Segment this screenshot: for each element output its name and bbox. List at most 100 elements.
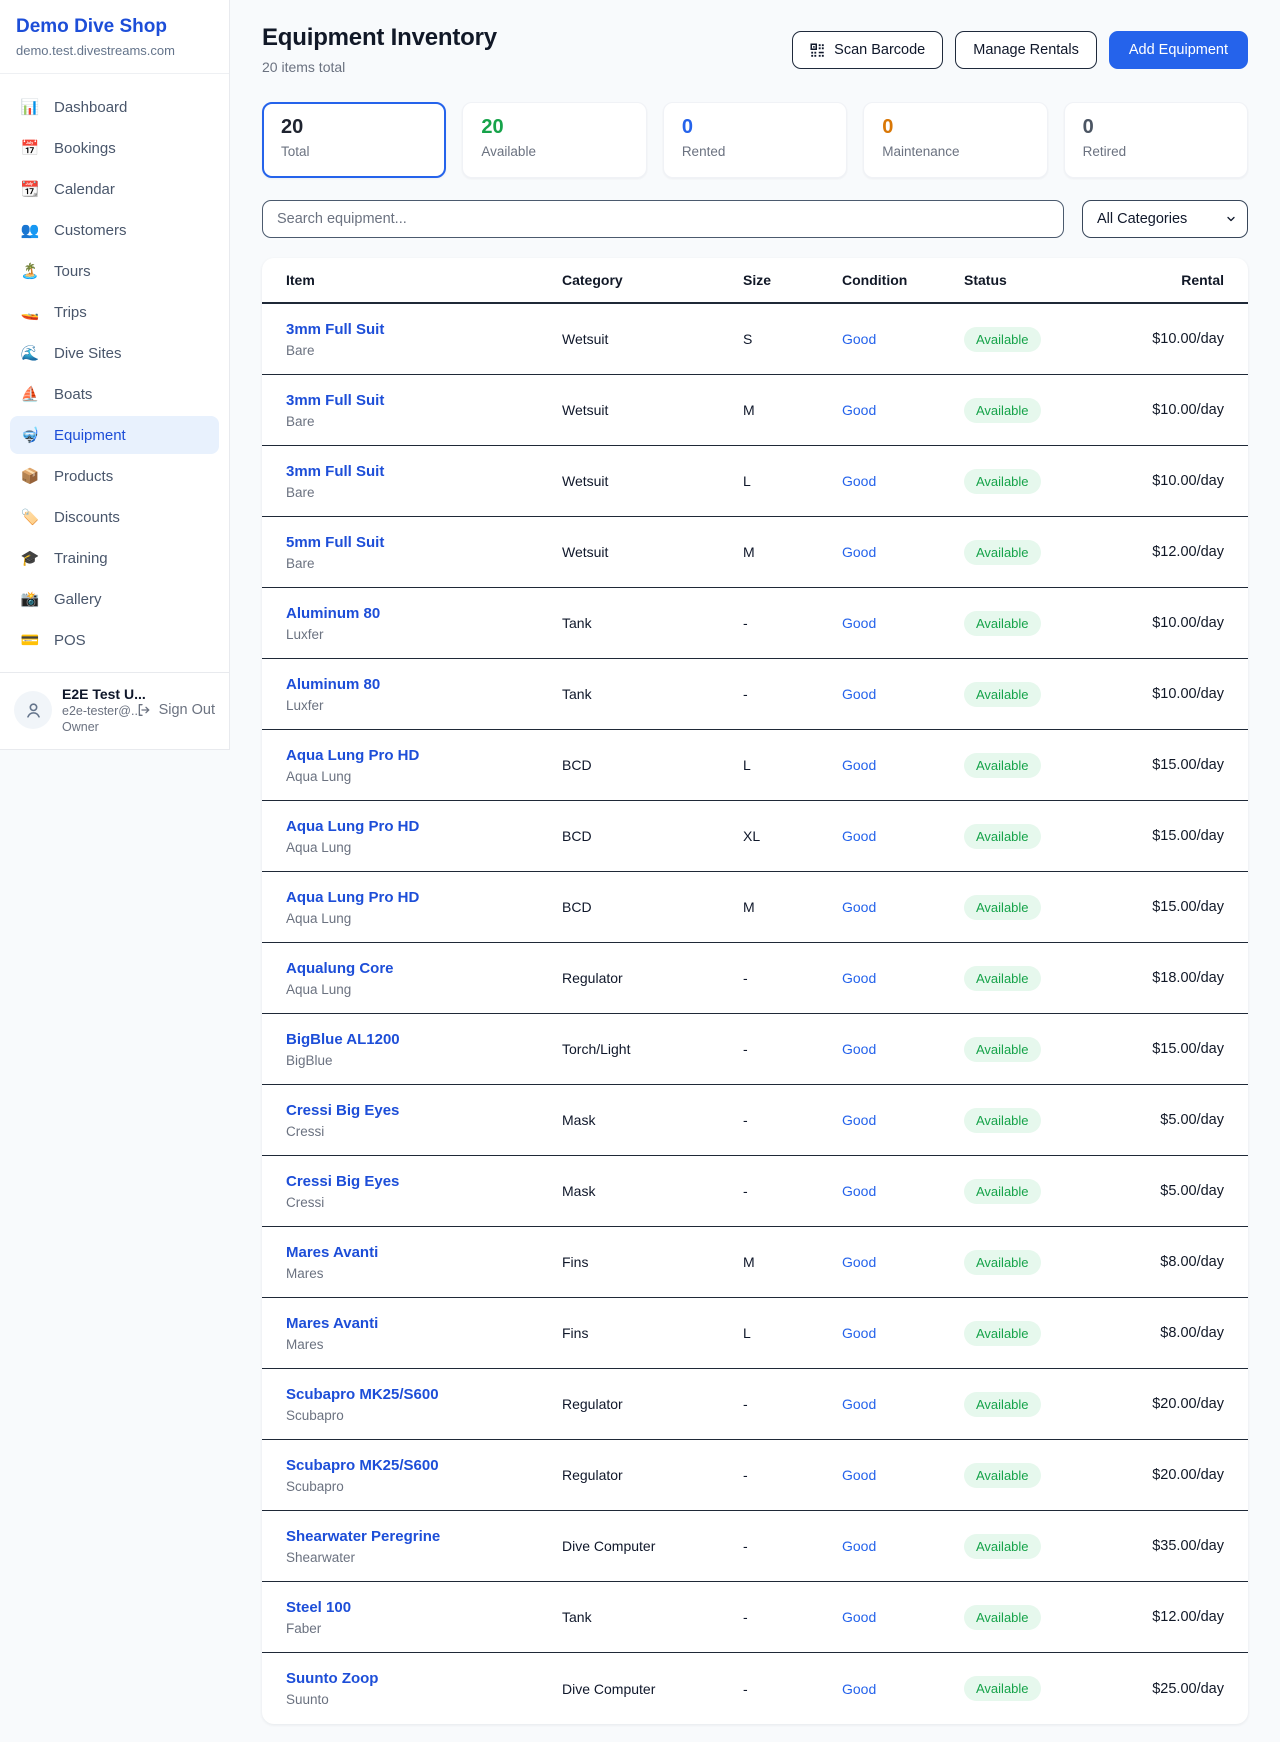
sidebar-item-bookings[interactable]: 📅 Bookings <box>10 129 219 167</box>
item-condition-link[interactable]: Good <box>842 615 876 631</box>
item-condition-link[interactable]: Good <box>842 473 876 489</box>
item-size: - <box>743 1112 842 1128</box>
item-cell: Aqualung Core Aqua Lung <box>262 960 562 997</box>
item-name-link[interactable]: Scubapro MK25/S600 <box>286 1457 439 1474</box>
item-condition-link[interactable]: Good <box>842 1041 876 1057</box>
item-name-link[interactable]: Mares Avanti <box>286 1315 378 1332</box>
head-actions: Scan Barcode Manage Rentals Add Equipmen… <box>792 31 1248 69</box>
item-condition-cell: Good <box>842 899 964 915</box>
item-name-link[interactable]: 3mm Full Suit <box>286 463 384 480</box>
item-name-link[interactable]: Aluminum 80 <box>286 605 380 622</box>
category-select[interactable]: All Categories <box>1082 200 1248 238</box>
item-condition-link[interactable]: Good <box>842 1396 876 1412</box>
item-category: Wetsuit <box>562 402 743 418</box>
sidebar-item-dashboard[interactable]: 📊 Dashboard <box>10 88 219 126</box>
item-name-link[interactable]: 5mm Full Suit <box>286 534 384 551</box>
item-cell: Cressi Big Eyes Cressi <box>262 1102 562 1139</box>
item-category: Wetsuit <box>562 331 743 347</box>
item-size: - <box>743 1041 842 1057</box>
item-condition-link[interactable]: Good <box>842 899 876 915</box>
item-name-link[interactable]: Mares Avanti <box>286 1244 378 1261</box>
stat-card-retired[interactable]: 0 Retired <box>1064 102 1248 178</box>
item-name-link[interactable]: Scubapro MK25/S600 <box>286 1386 439 1403</box>
item-condition-link[interactable]: Good <box>842 1681 876 1697</box>
sidebar-item-dive-sites[interactable]: 🌊 Dive Sites <box>10 334 219 372</box>
item-name-link[interactable]: Shearwater Peregrine <box>286 1528 440 1545</box>
logout-icon <box>136 702 152 718</box>
item-condition-link[interactable]: Good <box>842 1467 876 1483</box>
item-name-link[interactable]: 3mm Full Suit <box>286 392 384 409</box>
item-condition-link[interactable]: Good <box>842 1325 876 1341</box>
item-name-link[interactable]: Cressi Big Eyes <box>286 1102 399 1119</box>
item-condition-link[interactable]: Good <box>842 544 876 560</box>
sign-out-button[interactable]: Sign Out <box>136 702 215 718</box>
search-input[interactable] <box>262 200 1064 238</box>
item-size: - <box>743 1467 842 1483</box>
page-title: Equipment Inventory <box>262 24 497 52</box>
stat-card-available[interactable]: 20 Available <box>462 102 646 178</box>
add-equipment-button[interactable]: Add Equipment <box>1109 31 1248 69</box>
sidebar-item-gallery[interactable]: 📸 Gallery <box>10 580 219 618</box>
sidebar-item-training[interactable]: 🎓 Training <box>10 539 219 577</box>
item-name-link[interactable]: Aqua Lung Pro HD <box>286 889 419 906</box>
status-badge: Available <box>964 1392 1041 1417</box>
item-condition-link[interactable]: Good <box>842 1183 876 1199</box>
tag-icon: 🏷️ <box>20 508 40 526</box>
item-condition-link[interactable]: Good <box>842 1254 876 1270</box>
stat-card-maintenance[interactable]: 0 Maintenance <box>863 102 1047 178</box>
item-condition-link[interactable]: Good <box>842 757 876 773</box>
sidebar-item-label: Dive Sites <box>54 345 122 362</box>
sidebar-item-boats[interactable]: ⛵ Boats <box>10 375 219 413</box>
item-name-link[interactable]: Steel 100 <box>286 1599 351 1616</box>
item-condition-link[interactable]: Good <box>842 1112 876 1128</box>
item-name-link[interactable]: BigBlue AL1200 <box>286 1031 400 1048</box>
table-row: Shearwater Peregrine Shearwater Dive Com… <box>262 1511 1248 1582</box>
item-name-link[interactable]: 3mm Full Suit <box>286 321 384 338</box>
sidebar-item-tours[interactable]: 🏝️ Tours <box>10 252 219 290</box>
item-category: Wetsuit <box>562 473 743 489</box>
sidebar-item-pos[interactable]: 💳 POS <box>10 621 219 659</box>
item-condition-cell: Good <box>842 1396 964 1412</box>
island-icon: 🏝️ <box>20 262 40 280</box>
sidebar-item-products[interactable]: 📦 Products <box>10 457 219 495</box>
item-name-link[interactable]: Aqualung Core <box>286 960 394 977</box>
sidebar-item-customers[interactable]: 👥 Customers <box>10 211 219 249</box>
item-size: - <box>743 686 842 702</box>
sidebar-item-equipment[interactable]: 🤿 Equipment <box>10 416 219 454</box>
item-category: BCD <box>562 828 743 844</box>
item-condition-link[interactable]: Good <box>842 402 876 418</box>
brand-domain: demo.test.divestreams.com <box>16 43 213 58</box>
table-row: Scubapro MK25/S600 Scubapro Regulator - … <box>262 1369 1248 1440</box>
item-condition-link[interactable]: Good <box>842 331 876 347</box>
sidebar-item-trips[interactable]: 🚤 Trips <box>10 293 219 331</box>
item-name-link[interactable]: Aqua Lung Pro HD <box>286 818 419 835</box>
item-name-link[interactable]: Aluminum 80 <box>286 676 380 693</box>
stat-card-total[interactable]: 20 Total <box>262 102 446 178</box>
item-rental: $18.00/day <box>1124 970 1248 986</box>
table-row: Aqua Lung Pro HD Aqua Lung BCD XL Good A… <box>262 801 1248 872</box>
sidebar-item-calendar[interactable]: 📆 Calendar <box>10 170 219 208</box>
table-row: Aqualung Core Aqua Lung Regulator - Good… <box>262 943 1248 1014</box>
item-brand: Cressi <box>286 1195 562 1210</box>
table-row: Aqua Lung Pro HD Aqua Lung BCD L Good Av… <box>262 730 1248 801</box>
calendar-icon: 📆 <box>20 180 40 198</box>
package-icon: 📦 <box>20 467 40 485</box>
item-condition-link[interactable]: Good <box>842 1609 876 1625</box>
column-header-size: Size <box>743 272 842 288</box>
item-category: BCD <box>562 899 743 915</box>
sidebar-nav: 📊 Dashboard 📅 Bookings 📆 Calendar 👥 Cust… <box>0 74 229 672</box>
item-condition-link[interactable]: Good <box>842 970 876 986</box>
item-condition-link[interactable]: Good <box>842 686 876 702</box>
stat-card-rented[interactable]: 0 Rented <box>663 102 847 178</box>
item-condition-link[interactable]: Good <box>842 828 876 844</box>
item-name-link[interactable]: Aqua Lung Pro HD <box>286 747 419 764</box>
table-row: Aluminum 80 Luxfer Tank - Good Available… <box>262 588 1248 659</box>
table-header-row: Item Category Size Condition Status Rent… <box>262 258 1248 304</box>
item-condition-link[interactable]: Good <box>842 1538 876 1554</box>
sidebar-item-discounts[interactable]: 🏷️ Discounts <box>10 498 219 536</box>
item-name-link[interactable]: Suunto Zoop <box>286 1670 378 1687</box>
manage-rentals-button[interactable]: Manage Rentals <box>955 31 1097 69</box>
status-badge: Available <box>964 895 1041 920</box>
scan-barcode-button[interactable]: Scan Barcode <box>792 31 943 69</box>
item-name-link[interactable]: Cressi Big Eyes <box>286 1173 399 1190</box>
